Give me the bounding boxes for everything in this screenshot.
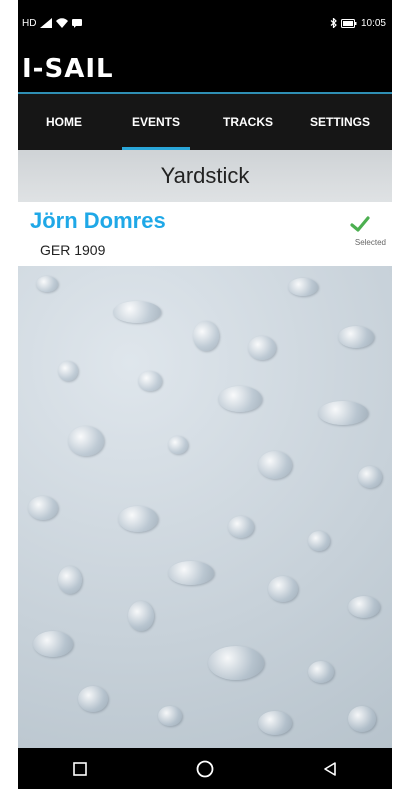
list-item[interactable]: Jörn Domres GER 1909 Selected	[18, 202, 392, 266]
signal-icon	[40, 18, 53, 28]
water-drops-background	[18, 266, 392, 748]
tab-events[interactable]: EVENTS	[110, 94, 202, 150]
water-drop	[308, 661, 334, 683]
tab-home[interactable]: HOME	[18, 94, 110, 150]
tab-label: TRACKS	[223, 115, 273, 129]
square-icon	[73, 761, 88, 776]
water-drop	[68, 426, 104, 456]
water-drop	[58, 361, 78, 381]
checkmark-icon	[350, 216, 370, 232]
water-drop	[28, 496, 58, 520]
water-drop	[208, 646, 264, 680]
sailor-name: Jörn Domres	[30, 208, 166, 233]
home-button[interactable]	[191, 755, 219, 783]
water-drop	[318, 401, 368, 425]
wifi-icon	[56, 18, 69, 28]
tab-settings[interactable]: SETTINGS	[294, 94, 386, 150]
tab-tracks[interactable]: TRACKS	[202, 94, 294, 150]
water-drop	[168, 436, 188, 454]
selected-label: Selected	[354, 238, 386, 247]
sail-number: GER 1909	[40, 242, 106, 258]
water-drop	[358, 466, 382, 488]
triangle-back-icon	[323, 761, 336, 776]
water-drop	[228, 516, 254, 538]
water-drop	[168, 561, 214, 585]
water-drop	[218, 386, 262, 412]
water-drop	[118, 506, 158, 532]
water-drop	[258, 451, 292, 479]
water-drop	[338, 326, 374, 348]
water-drop	[248, 336, 276, 360]
phone-screen: HD 10:05 I-SAIL HOME EVENTS TRACKS SETTI…	[18, 0, 392, 789]
water-drop	[113, 301, 161, 323]
message-icon	[72, 18, 83, 28]
system-nav-bar	[18, 748, 392, 789]
page-title: Yardstick	[160, 163, 250, 188]
status-time: 10:05	[360, 17, 386, 29]
app-header: I-SAIL	[18, 46, 392, 94]
water-drop	[348, 596, 380, 618]
tab-bar: HOME EVENTS TRACKS SETTINGS	[18, 94, 392, 150]
tab-label: HOME	[46, 115, 82, 129]
tab-label: EVENTS	[131, 115, 180, 129]
water-drop	[268, 576, 298, 602]
page-title-bar: Yardstick	[18, 150, 392, 202]
water-drop	[78, 686, 108, 712]
water-drop	[348, 706, 376, 732]
network-label: HD	[22, 17, 37, 29]
water-drop	[138, 371, 162, 391]
water-drop	[33, 631, 73, 657]
water-drop	[193, 321, 219, 351]
recents-button[interactable]	[66, 755, 94, 783]
app-logo: I-SAIL	[22, 54, 114, 84]
back-button[interactable]	[316, 755, 344, 783]
water-drop	[128, 601, 154, 631]
bluetooth-icon	[330, 18, 337, 28]
water-drop	[288, 278, 318, 296]
circle-icon	[196, 760, 214, 777]
battery-icon	[340, 18, 357, 28]
status-bar: HD 10:05	[18, 0, 392, 46]
water-drop	[258, 711, 292, 735]
water-drop	[158, 706, 182, 726]
tab-label: SETTINGS	[309, 115, 370, 129]
water-drop	[308, 531, 330, 551]
water-drop	[58, 566, 82, 594]
water-drop	[36, 276, 58, 292]
